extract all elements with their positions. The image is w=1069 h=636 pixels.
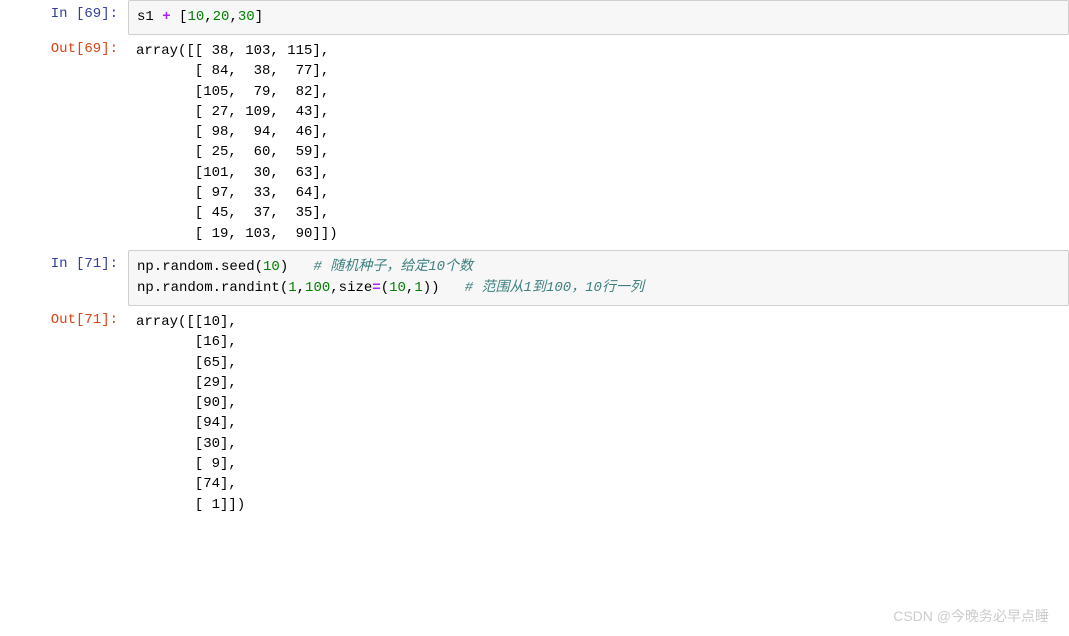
output-prompt: Out[69]:	[0, 35, 128, 250]
output-cell: Out[69]:array([[ 38, 103, 115], [ 84, 38…	[0, 35, 1069, 250]
input-cell: In [71]:np.random.seed(10) # 随机种子，给定10个数…	[0, 250, 1069, 306]
code-input[interactable]: s1 + [10,20,30]	[128, 0, 1069, 35]
input-cell: In [69]:s1 + [10,20,30]	[0, 0, 1069, 35]
code-input[interactable]: np.random.seed(10) # 随机种子，给定10个数 np.rand…	[128, 250, 1069, 306]
output-cell: Out[71]:array([[10], [16], [65], [29], […	[0, 306, 1069, 521]
output-prompt: Out[71]:	[0, 306, 128, 521]
input-prompt: In [69]:	[0, 0, 128, 35]
output-text: array([[10], [16], [65], [29], [90], [94…	[128, 306, 1069, 521]
watermark-text: CSDN @今晚务必早点睡	[893, 606, 1049, 626]
input-prompt: In [71]:	[0, 250, 128, 306]
output-text: array([[ 38, 103, 115], [ 84, 38, 77], […	[128, 35, 1069, 250]
